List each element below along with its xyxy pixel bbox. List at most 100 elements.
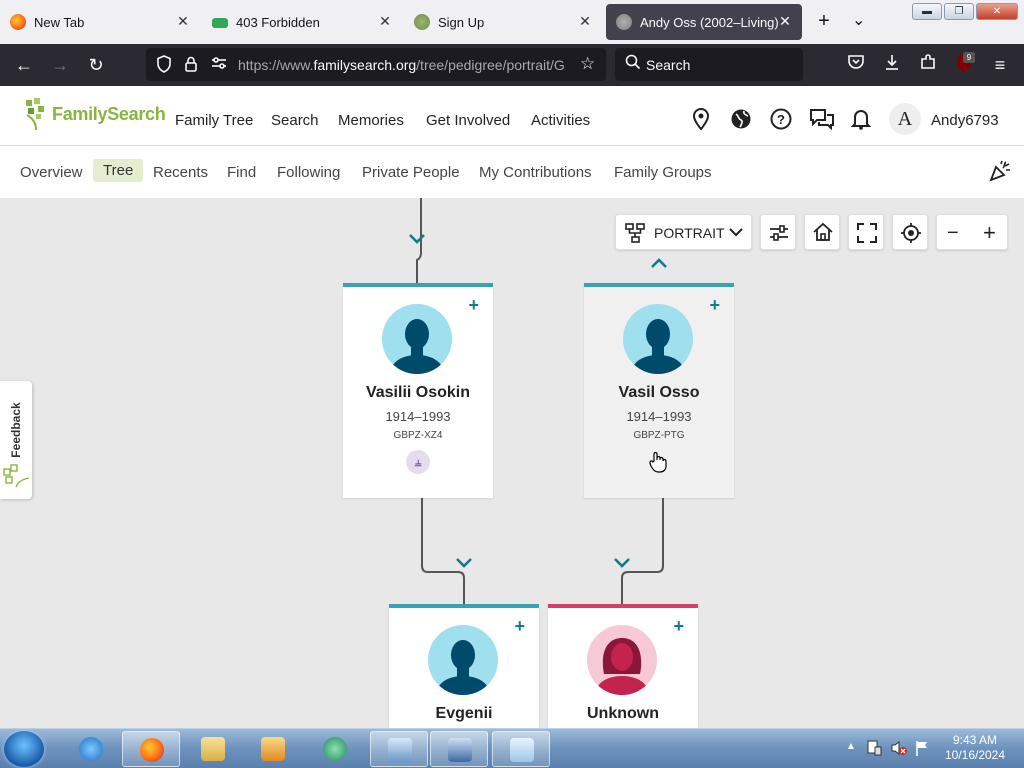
feedback-tab[interactable]: Feedback xyxy=(0,381,32,499)
expand-chevron-down-icon[interactable] xyxy=(613,556,631,574)
pedigree-view-icon xyxy=(624,222,646,249)
crosshair-target-icon xyxy=(900,222,922,249)
action-center-flag-icon[interactable] xyxy=(914,739,930,762)
taskbar-internet-explorer[interactable] xyxy=(62,731,120,767)
download-icon[interactable] xyxy=(880,53,904,77)
close-icon[interactable]: ✕ xyxy=(576,13,594,30)
show-hidden-icons-chevron-icon[interactable]: ▲ xyxy=(846,741,856,752)
pedigree-canvas[interactable]: PORTRAIT − + + Vasilii Osokin 1914–1993 … xyxy=(0,198,1024,728)
add-person-plus-icon[interactable]: + xyxy=(468,295,479,316)
add-person-plus-icon[interactable]: + xyxy=(514,616,525,637)
tab-title: 403 Forbidden xyxy=(236,14,320,30)
back-arrow-icon[interactable]: ← xyxy=(12,53,36,77)
tab-403-forbidden[interactable]: 403 Forbidden ✕ xyxy=(202,4,402,40)
notepad-icon xyxy=(510,738,534,762)
person-card[interactable]: + Unknown xyxy=(548,604,698,728)
add-person-plus-icon[interactable]: + xyxy=(673,616,684,637)
taskbar-firefox[interactable] xyxy=(122,731,180,767)
taskbar-app[interactable] xyxy=(306,731,364,767)
subnav-family-groups[interactable]: Family Groups xyxy=(614,164,712,181)
location-pin-icon[interactable] xyxy=(690,108,712,131)
collapse-chevron-up-icon[interactable] xyxy=(650,256,668,274)
taskbar-network[interactable] xyxy=(430,731,488,767)
menu-hamburger-icon[interactable]: ≡ xyxy=(988,53,1012,77)
subnav-following[interactable]: Following xyxy=(277,164,340,181)
subnav-tree[interactable]: Tree xyxy=(93,159,144,182)
new-tab-plus-icon[interactable]: + xyxy=(812,10,836,33)
bookmark-star-icon[interactable]: ☆ xyxy=(580,54,595,74)
subnav-my-contributions[interactable]: My Contributions xyxy=(479,164,592,181)
help-question-icon[interactable]: ? xyxy=(770,108,792,130)
taskbar-notepad[interactable] xyxy=(492,731,550,767)
person-id: GBPZ-XZ4 xyxy=(393,430,443,441)
tab-new-tab[interactable]: New Tab ✕ xyxy=(0,4,200,40)
familysearch-tree-icon xyxy=(2,463,30,494)
username[interactable]: Andy6793 xyxy=(931,112,999,129)
tab-sign-up[interactable]: Sign Up ✕ xyxy=(404,4,602,40)
zoom-out-minus-icon[interactable]: − xyxy=(947,222,959,245)
close-icon[interactable]: ✕ xyxy=(776,13,794,30)
messages-chat-icon[interactable] xyxy=(809,108,835,131)
expand-chevron-down-icon[interactable] xyxy=(455,556,473,574)
close-window-button[interactable]: ✕ xyxy=(976,3,1018,20)
media-center-icon xyxy=(323,737,347,761)
search-bar[interactable]: Search xyxy=(615,48,803,81)
nav-memories[interactable]: Memories xyxy=(338,112,404,129)
extensions-puzzle-icon[interactable] xyxy=(916,53,940,77)
tab-andy-oss[interactable]: Andy Oss (2002–Living) • S ✕ xyxy=(606,4,802,40)
browser-tab-strip: New Tab ✕ 403 Forbidden ✕ Sign Up ✕ Andy… xyxy=(0,0,1024,44)
windows-start-orb-icon[interactable] xyxy=(4,731,44,767)
familysearch-logo[interactable]: FamilySearch xyxy=(24,98,166,131)
possible-duplicate-icon[interactable]: ⫨ xyxy=(406,450,430,474)
search-placeholder: Search xyxy=(646,57,691,73)
pocket-icon[interactable] xyxy=(844,53,868,77)
permissions-icon[interactable] xyxy=(210,55,228,75)
recenter-button[interactable] xyxy=(892,214,928,250)
expand-ancestors-chevron-down-icon[interactable] xyxy=(408,232,426,250)
zoom-in-plus-icon[interactable]: + xyxy=(983,220,996,246)
home-button[interactable] xyxy=(804,214,840,250)
user-avatar[interactable]: A xyxy=(889,103,921,135)
device-tray-icon[interactable] xyxy=(866,739,882,762)
view-mode-dropdown[interactable]: PORTRAIT xyxy=(615,214,752,250)
close-icon[interactable]: ✕ xyxy=(174,13,192,30)
notifications-bell-icon[interactable] xyxy=(850,108,872,130)
person-card[interactable]: + Vasilii Osokin 1914–1993 GBPZ-XZ4 ⫨ xyxy=(343,283,493,498)
home-icon xyxy=(812,221,834,248)
globe-icon[interactable] xyxy=(730,108,752,130)
taskbar-explorer[interactable] xyxy=(184,731,242,767)
url-bar[interactable]: https://www.familysearch.org/tree/pedigr… xyxy=(146,48,606,81)
maximize-button[interactable]: ❐ xyxy=(944,3,974,20)
minimize-button[interactable]: ▬ xyxy=(912,3,942,20)
nav-family-tree[interactable]: Family Tree xyxy=(175,112,253,129)
subnav-find[interactable]: Find xyxy=(227,164,256,181)
subnav-recents[interactable]: Recents xyxy=(153,164,208,181)
subnav-overview[interactable]: Overview xyxy=(20,164,83,181)
add-person-plus-icon[interactable]: + xyxy=(709,295,720,316)
volume-muted-icon[interactable] xyxy=(890,739,908,762)
subnav-private-people[interactable]: Private People xyxy=(362,164,460,181)
tab-title: Sign Up xyxy=(438,14,485,30)
male-silhouette-icon xyxy=(427,624,499,696)
close-icon[interactable]: ✕ xyxy=(376,13,394,30)
nav-activities[interactable]: Activities xyxy=(531,112,590,129)
party-popper-icon[interactable] xyxy=(989,160,1011,188)
control-panel-icon xyxy=(388,738,412,762)
person-card[interactable]: + Vasil Osso 1914–1993 GBPZ-PTG xyxy=(584,283,734,498)
taskbar-media-player[interactable] xyxy=(244,731,302,767)
shield-icon[interactable] xyxy=(156,55,172,77)
person-card[interactable]: + Evgenii xyxy=(389,604,539,728)
nav-search[interactable]: Search xyxy=(271,112,319,129)
site-header: FamilySearch Family Tree Search Memories… xyxy=(0,86,1024,146)
nav-get-involved[interactable]: Get Involved xyxy=(426,112,510,129)
fullscreen-button[interactable] xyxy=(848,214,884,250)
forward-arrow-icon[interactable]: → xyxy=(48,53,72,77)
list-all-tabs-chevron-icon[interactable]: ⌄ xyxy=(852,10,865,30)
tree-settings-button[interactable] xyxy=(760,214,796,250)
taskbar-control-panel[interactable] xyxy=(370,731,428,767)
lock-icon[interactable] xyxy=(184,55,198,77)
reload-icon[interactable]: ↻ xyxy=(84,53,108,77)
taskbar-clock[interactable]: 9:43 AM 10/16/2024 xyxy=(940,733,1010,763)
feedback-label: Feedback xyxy=(9,402,23,458)
folder-icon xyxy=(201,737,225,761)
